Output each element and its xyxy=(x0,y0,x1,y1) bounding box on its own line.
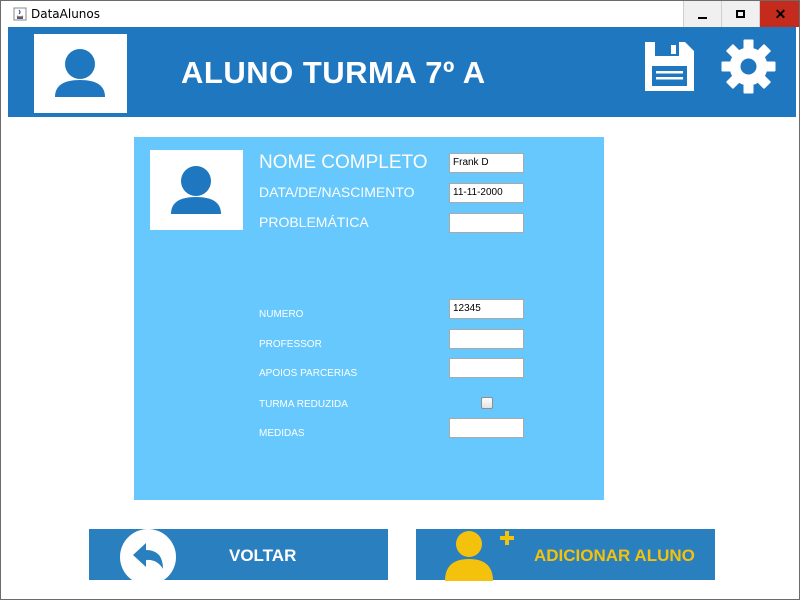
voltar-button[interactable]: VOLTAR xyxy=(89,529,388,585)
apoios-parcerias-label: APOIOS PARCERIAS xyxy=(259,368,358,379)
problematica-field[interactable] xyxy=(449,213,524,233)
nome-completo-field[interactable]: Frank D xyxy=(449,153,524,173)
java-app-icon xyxy=(13,7,27,21)
turma-reduzida-checkbox[interactable] xyxy=(481,397,493,409)
nome-completo-label: NOME COMPLETO xyxy=(259,152,428,173)
maximize-icon xyxy=(722,1,759,27)
user-icon xyxy=(171,166,221,214)
voltar-label: VOLTAR xyxy=(229,546,297,565)
gear-icon xyxy=(721,39,776,94)
student-form-panel: NOME COMPLETO Frank D DATA/DE/NASCIMENTO… xyxy=(134,137,604,500)
turma-reduzida-label: TURMA REDUZIDA xyxy=(259,399,348,410)
back-arrow-icon xyxy=(120,529,176,585)
student-photo[interactable] xyxy=(150,150,243,230)
title-bar: DataAlunos ✕ xyxy=(1,1,799,27)
page-title: ALUNO TURMA 7º A xyxy=(181,55,486,90)
adicionar-aluno-button[interactable]: ADICIONAR ALUNO xyxy=(416,529,715,581)
medidas-label: MEDIDAS xyxy=(259,428,305,439)
header-bar: ALUNO TURMA 7º A xyxy=(8,27,796,117)
add-user-icon xyxy=(445,531,514,581)
problematica-label: PROBLEMÁTICA xyxy=(259,214,369,230)
floppy-disk-icon xyxy=(645,42,694,91)
numero-label: NUMERO xyxy=(259,309,304,320)
professor-label: PROFESSOR xyxy=(259,339,322,350)
header-avatar xyxy=(34,34,127,113)
user-icon xyxy=(55,49,105,97)
settings-button[interactable] xyxy=(721,38,776,95)
apoios-parcerias-field[interactable] xyxy=(449,358,524,378)
maximize-button[interactable] xyxy=(721,1,759,27)
minimize-button[interactable] xyxy=(683,1,721,27)
close-icon: ✕ xyxy=(774,5,787,22)
numero-field[interactable]: 12345 xyxy=(449,299,524,319)
data-nascimento-label: DATA/DE/NASCIMENTO xyxy=(259,184,415,200)
close-button[interactable]: ✕ xyxy=(759,1,799,27)
data-nascimento-field[interactable]: 11-11-2000 xyxy=(449,183,524,203)
minimize-icon xyxy=(684,1,721,27)
professor-field[interactable] xyxy=(449,329,524,349)
window-title: DataAlunos xyxy=(31,7,100,21)
app-window: DataAlunos ✕ ALUNO TURMA 7º A NOME COMPL… xyxy=(0,0,800,600)
medidas-field[interactable] xyxy=(449,418,524,438)
adicionar-aluno-label: ADICIONAR ALUNO xyxy=(534,546,695,565)
save-button[interactable] xyxy=(641,38,698,95)
